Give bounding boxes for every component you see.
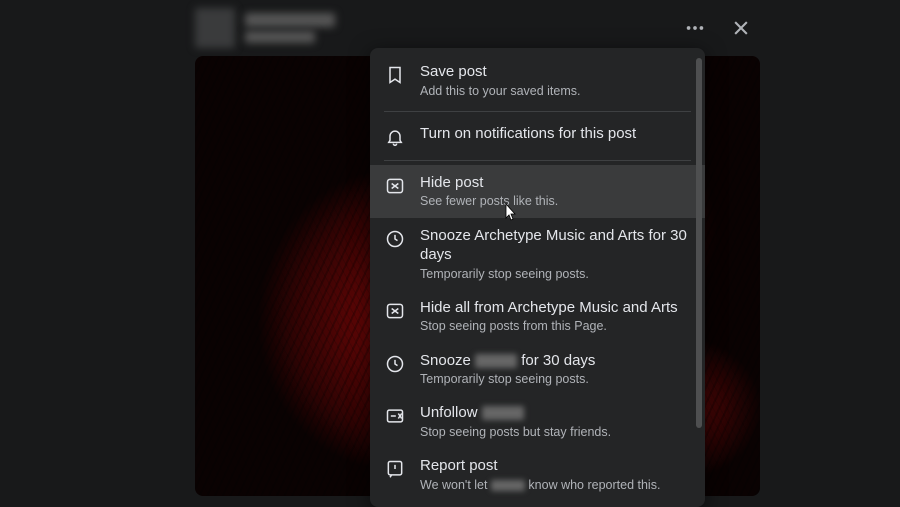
- menu-item-hide-all[interactable]: Hide all from Archetype Music and Arts S…: [370, 290, 705, 343]
- redacted-name: [482, 406, 524, 420]
- menu-item-sublabel: We won't let know who reported this.: [420, 477, 660, 493]
- menu-item-sublabel: Add this to your saved items.: [420, 83, 581, 99]
- redacted-name: [475, 354, 517, 368]
- menu-item-sublabel: Stop seeing posts from this Page.: [420, 318, 678, 334]
- hide-x-icon: [384, 175, 406, 197]
- more-options-button[interactable]: [681, 14, 709, 42]
- label-suffix: for 30 days: [517, 352, 595, 369]
- redacted-name: [491, 480, 525, 491]
- menu-scrollbar[interactable]: [696, 58, 702, 428]
- menu-item-label: Turn on notifications for this post: [420, 124, 636, 144]
- clock-icon: [384, 353, 406, 375]
- menu-item-sublabel: Temporarily stop seeing posts.: [420, 266, 691, 282]
- bookmark-icon: [384, 64, 406, 86]
- menu-item-label: Hide post: [420, 173, 558, 193]
- menu-item-notifications[interactable]: Turn on notifications for this post: [370, 116, 705, 156]
- bell-icon: [384, 126, 406, 148]
- menu-item-sublabel: Temporarily stop seeing posts.: [420, 371, 595, 387]
- menu-item-label: Snooze for 30 days: [420, 351, 595, 371]
- menu-divider: [384, 160, 691, 161]
- sublabel-suffix: know who reported this.: [525, 478, 661, 492]
- avatar[interactable]: [195, 8, 235, 48]
- hide-x-icon: [384, 300, 406, 322]
- author-name-redacted[interactable]: [245, 13, 335, 27]
- menu-item-report[interactable]: Report post We won't let know who report…: [370, 448, 705, 501]
- menu-item-label: Hide all from Archetype Music and Arts: [420, 298, 678, 318]
- label-prefix: Snooze: [420, 352, 475, 369]
- menu-item-label: Save post: [420, 62, 581, 82]
- post-options-menu: Save post Add this to your saved items. …: [370, 48, 705, 507]
- post-top-actions: [681, 14, 755, 42]
- menu-item-label: Unfollow: [420, 403, 611, 423]
- menu-item-sublabel: See fewer posts like this.: [420, 193, 558, 209]
- menu-divider: [384, 111, 691, 112]
- post-meta-redacted: [245, 31, 315, 43]
- menu-item-save-post[interactable]: Save post Add this to your saved items.: [370, 54, 705, 107]
- unfollow-icon: [384, 405, 406, 427]
- menu-item-unfollow[interactable]: Unfollow Stop seeing posts but stay frie…: [370, 395, 705, 448]
- menu-item-snooze-page[interactable]: Snooze Archetype Music and Arts for 30 d…: [370, 218, 705, 290]
- label-prefix: Unfollow: [420, 404, 482, 421]
- clock-icon: [384, 228, 406, 250]
- menu-item-snooze-user[interactable]: Snooze for 30 days Temporarily stop seei…: [370, 343, 705, 396]
- close-button[interactable]: [727, 14, 755, 42]
- post-header-text: [245, 13, 335, 43]
- sublabel-prefix: We won't let: [420, 478, 491, 492]
- menu-item-hide-post[interactable]: Hide post See fewer posts like this.: [370, 165, 705, 218]
- close-icon: [731, 18, 751, 38]
- menu-item-sublabel: Stop seeing posts but stay friends.: [420, 424, 611, 440]
- report-icon: [384, 458, 406, 480]
- menu-item-label: Report post: [420, 456, 660, 476]
- menu-item-label: Snooze Archetype Music and Arts for 30 d…: [420, 226, 691, 265]
- ellipsis-icon: [684, 17, 706, 39]
